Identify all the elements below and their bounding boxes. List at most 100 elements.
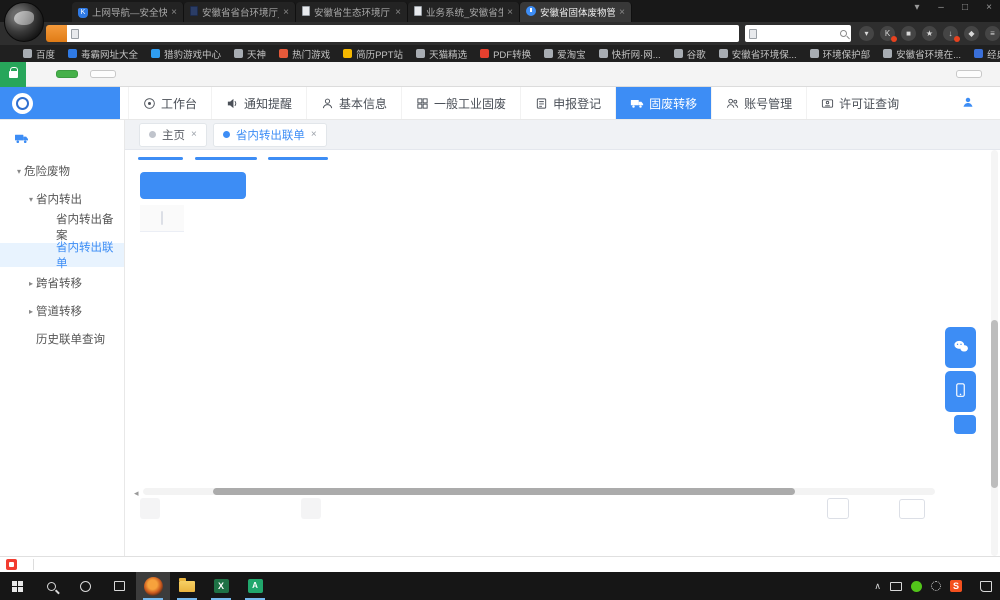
bookmark-item[interactable]: 天神 <box>234 47 266 61</box>
page-tab[interactable]: 主页 × <box>139 123 207 147</box>
page-tab-close-icon[interactable]: × <box>191 129 197 140</box>
browser-extension-icon[interactable]: ◆ <box>964 26 979 41</box>
url-field[interactable] <box>67 25 739 42</box>
bookmark-item[interactable]: 安徽省环境保... <box>719 47 797 61</box>
bookmark-favicon <box>719 49 728 58</box>
minimize-button[interactable]: – <box>934 2 948 13</box>
sidebar-item[interactable]: ▸ 管道转移 <box>0 299 124 323</box>
nav-item[interactable]: 账号管理 <box>711 87 806 119</box>
nav-item[interactable]: 基本信息 <box>306 87 401 119</box>
task-view-icon[interactable] <box>102 572 136 600</box>
browser-extension-icon[interactable]: ★ <box>922 26 937 41</box>
nav-item[interactable]: 一般工业固废 <box>401 87 520 119</box>
sidebar-item[interactable]: ▾ 省内转出 <box>0 187 124 211</box>
hidden-icons-chevron[interactable]: ∧ <box>874 581 881 592</box>
page-tab-close-icon[interactable]: × <box>311 129 317 140</box>
receive-total-badge <box>301 498 321 519</box>
bookmark-item[interactable]: 热门游戏 <box>279 47 330 61</box>
bookmark-item[interactable]: 爱淘宝 <box>544 47 586 61</box>
browser-tab[interactable]: 安徽省固体废物管理 × <box>520 2 632 22</box>
pdf-taskbar-icon[interactable] <box>238 572 272 600</box>
goto-page-input[interactable] <box>899 499 925 519</box>
page-tab-label: 省内转出联单 <box>236 127 305 143</box>
bookmark-list: 百度 毒霸网址大全 猎豹游戏中心 天神 热门游戏 简历PPT站 天猫精选 PDF… <box>23 47 1000 61</box>
settings-tray-icon[interactable] <box>931 581 941 591</box>
page-size-select[interactable] <box>827 498 849 519</box>
browser-tab[interactable]: 安徽省省台环境厅_... × <box>184 2 296 22</box>
wechat-tray-icon[interactable] <box>911 581 922 592</box>
collapse-service-button[interactable] <box>954 415 976 434</box>
browser-extension-icon[interactable]: ↓ <box>943 26 958 41</box>
nav-item-label: 固废转移 <box>649 95 697 112</box>
nav-item[interactable]: 工作台 <box>128 87 211 119</box>
sidebar-item[interactable]: 历史联单查询 <box>0 327 124 351</box>
bookmark-item[interactable]: 百度 <box>23 47 55 61</box>
app-logo-icon <box>12 93 33 114</box>
bookmark-item[interactable]: 猎豹游戏中心 <box>151 47 221 61</box>
browser-extension-icon[interactable]: ▾ <box>859 26 874 41</box>
nav-item-label: 通知提醒 <box>244 95 292 112</box>
close-button[interactable]: × <box>982 2 996 13</box>
new-tab-button[interactable] <box>636 4 660 22</box>
back-button[interactable] <box>46 25 67 42</box>
bookmark-item[interactable]: 谷歌 <box>674 47 706 61</box>
search-icon[interactable] <box>840 30 847 37</box>
horizontal-scrollbar-thumb[interactable] <box>213 488 795 495</box>
taskbar-search-icon[interactable] <box>34 572 68 600</box>
autofill-cancel-button[interactable] <box>90 70 116 78</box>
nav-item[interactable]: 申报登记 <box>520 87 615 119</box>
sidebar-item[interactable]: 省内转出联单 <box>0 243 124 267</box>
more-button[interactable] <box>956 70 982 78</box>
nav-item[interactable]: 通知提醒 <box>211 87 306 119</box>
sidebar-item[interactable]: 省内转出备案 <box>0 215 124 239</box>
wechat-service-button[interactable] <box>945 327 976 368</box>
select-all-checkbox[interactable] <box>161 211 163 225</box>
nav-item[interactable]: 固废转移 <box>615 87 711 119</box>
user-menu[interactable] <box>962 87 984 119</box>
browser-tab[interactable]: 业务系统_安徽省生... × <box>408 2 520 22</box>
tab-close-icon[interactable]: × <box>619 7 625 18</box>
search-box[interactable] <box>745 25 851 42</box>
bookmark-item[interactable]: 安徽省环境在... <box>883 47 961 61</box>
autofill-confirm-button[interactable] <box>56 70 78 78</box>
tab-close-icon[interactable]: × <box>507 7 513 18</box>
tab-title: 业务系统_安徽省生... <box>426 5 503 19</box>
browser-tab[interactable]: K 上网导航—安全快捷... × <box>72 2 184 22</box>
tab-close-icon[interactable]: × <box>395 7 401 18</box>
maximize-button[interactable]: □ <box>958 2 972 13</box>
add-manifest-button[interactable] <box>140 172 246 199</box>
horizontal-scrollbar[interactable] <box>143 488 935 495</box>
cheetah-browser-taskbar-icon[interactable] <box>136 572 170 600</box>
notification-center-icon[interactable] <box>980 581 992 592</box>
tab-close-icon[interactable]: × <box>283 7 289 18</box>
excel-taskbar-icon[interactable] <box>204 572 238 600</box>
bookmark-item[interactable]: 环境保护部 <box>810 47 871 61</box>
today-picks-bar[interactable] <box>0 556 1000 572</box>
bookmark-item[interactable]: 快折网·网... <box>599 47 661 61</box>
browser-extension-icon[interactable]: ■ <box>901 26 916 41</box>
vertical-scrollbar-thumb[interactable] <box>991 320 998 488</box>
browser-tab[interactable]: 安徽省生态环境厅 × <box>296 2 408 22</box>
browser-extension-icon[interactable]: ≡ <box>985 26 1000 41</box>
tab-close-icon[interactable]: × <box>171 7 177 18</box>
cortana-icon[interactable] <box>68 572 102 600</box>
bookmark-item[interactable]: PDF转换 <box>480 47 531 61</box>
file-explorer-taskbar-icon[interactable] <box>170 572 204 600</box>
bookmark-item[interactable]: 毒霸网址大全 <box>68 47 138 61</box>
cheetah-browser-logo-icon[interactable] <box>4 2 44 42</box>
bookmark-item[interactable]: 天猫精选 <box>416 47 467 61</box>
sidebar-item[interactable]: ▾ 危险废物 <box>0 159 124 183</box>
nav-item-icon <box>416 97 429 110</box>
browser-extension-icon[interactable]: K <box>880 26 895 41</box>
bookmark-item[interactable]: 经典的企业... <box>974 47 1000 61</box>
nav-item[interactable]: 许可证查询 <box>806 87 913 119</box>
skin-button[interactable]: ▾ <box>910 2 924 13</box>
bookmark-item[interactable]: 简历PPT站 <box>343 47 403 61</box>
page-tab[interactable]: 省内转出联单 × <box>213 123 327 147</box>
start-button[interactable] <box>0 572 34 600</box>
hscroll-left-arrow-icon[interactable]: ◂ <box>134 488 139 499</box>
sidebar-item[interactable]: ▸ 跨省转移 <box>0 271 124 295</box>
phone-service-button[interactable] <box>945 371 976 412</box>
sogou-tray-icon[interactable] <box>950 580 962 592</box>
display-tray-icon[interactable] <box>890 582 902 591</box>
